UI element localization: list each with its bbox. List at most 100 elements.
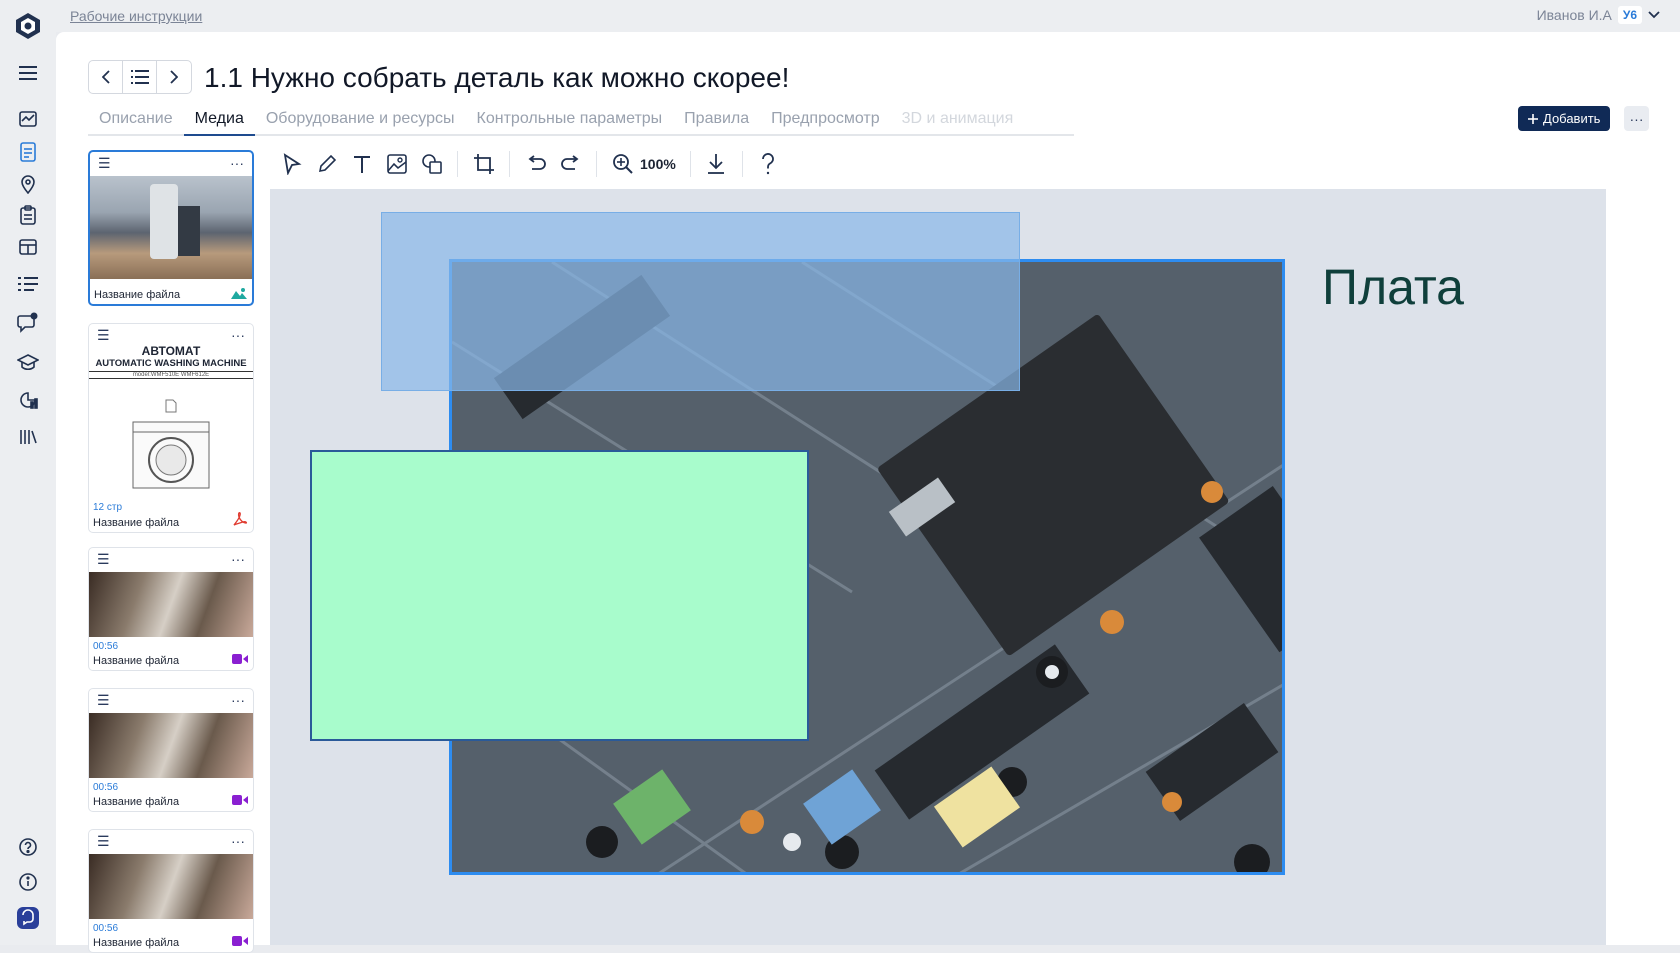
app-logo-icon[interactable]: [14, 12, 42, 40]
add-button-label: Добавить: [1543, 111, 1601, 126]
pencil-tool-button[interactable]: [309, 148, 344, 180]
video-file-icon: [232, 654, 248, 664]
checklist-icon[interactable]: [16, 203, 40, 227]
card-menu-icon[interactable]: ···: [230, 155, 244, 171]
info-icon[interactable]: [16, 870, 40, 894]
pdf-thumbnail: АВТОМАТ AUTOMATIC WASHING MACHINE model:…: [89, 344, 253, 496]
next-button[interactable]: [157, 61, 191, 93]
toolbar-divider: [457, 151, 458, 177]
breadcrumb[interactable]: Рабочие инструкции: [70, 8, 202, 24]
chevron-down-icon[interactable]: [1648, 11, 1660, 19]
help-button[interactable]: [751, 148, 786, 180]
zoom-level[interactable]: 100%: [640, 156, 676, 172]
menu-icon[interactable]: [16, 61, 40, 85]
drag-handle-icon[interactable]: ☰: [97, 692, 110, 709]
image-tool-button[interactable]: [379, 148, 414, 180]
image-file-icon: [231, 288, 247, 299]
calendar-icon[interactable]: [16, 235, 40, 259]
document-icon: [165, 399, 177, 413]
zoom-button[interactable]: [605, 148, 640, 180]
more-actions-button[interactable]: ···: [1624, 106, 1649, 131]
media-card[interactable]: ☰ ··· 00:56 Название файла: [88, 547, 254, 671]
tab-control-params[interactable]: Контрольные параметры: [466, 102, 674, 136]
toolbar-divider: [596, 151, 597, 177]
toolbar-divider: [741, 151, 743, 177]
file-name: Название файла: [93, 937, 180, 949]
drag-handle-icon[interactable]: ☰: [97, 833, 110, 850]
location-icon[interactable]: [16, 172, 40, 196]
blue-rectangle-shape[interactable]: [381, 212, 1020, 391]
support-chat-icon[interactable]: [16, 906, 40, 930]
green-rectangle-shape[interactable]: [310, 450, 809, 741]
editor-toolbar: 100%: [274, 144, 786, 184]
crop-tool-button[interactable]: [466, 148, 501, 180]
shapes-tool-button[interactable]: [414, 148, 449, 180]
user-menu[interactable]: Иванов И.А У6: [1537, 6, 1660, 24]
dashboard-icon[interactable]: [16, 107, 40, 131]
select-tool-button[interactable]: [274, 148, 309, 180]
tab-rules[interactable]: Правила: [673, 102, 760, 136]
page-title: 1.1 Нужно собрать деталь как можно скоре…: [204, 62, 790, 93]
top-bar: Рабочие инструкции Иванов И.А У6: [56, 0, 1680, 32]
canvas-text-label[interactable]: Плата: [1322, 258, 1464, 316]
video-thumbnail: [89, 854, 253, 919]
text-icon: [353, 156, 370, 173]
cursor-icon: [283, 153, 302, 175]
pdf-doc-title-line1: АВТОМАТ: [141, 344, 201, 358]
chevron-left-icon: [101, 70, 110, 84]
media-card[interactable]: ☰ ··· Название файла: [88, 150, 254, 306]
prev-button[interactable]: [89, 61, 123, 93]
undo-button[interactable]: [518, 148, 553, 180]
redo-button[interactable]: [553, 148, 588, 180]
file-name: Название файла: [94, 289, 181, 301]
left-rail: [0, 0, 56, 945]
download-button[interactable]: [699, 148, 734, 180]
page-count: 12 стр: [93, 502, 123, 513]
instructions-icon[interactable]: [16, 140, 40, 164]
library-icon[interactable]: [16, 425, 40, 449]
tab-description[interactable]: Описание: [88, 102, 184, 136]
tab-preview[interactable]: Предпросмотр: [760, 102, 891, 136]
card-menu-icon[interactable]: ···: [231, 692, 245, 708]
plus-icon: [1528, 113, 1538, 124]
card-menu-icon[interactable]: ···: [231, 551, 245, 567]
editor-canvas[interactable]: Плата: [270, 189, 1606, 945]
add-button[interactable]: Добавить: [1518, 106, 1611, 131]
drag-handle-icon[interactable]: ☰: [98, 155, 111, 172]
video-file-icon: [232, 795, 248, 805]
notifications-icon[interactable]: [16, 310, 40, 334]
media-card[interactable]: ☰ ··· АВТОМАТ AUTOMATIC WASHING MACHINE m…: [88, 323, 254, 533]
file-name: Название файла: [93, 796, 180, 808]
list-icon: [130, 70, 149, 84]
drag-handle-icon[interactable]: ☰: [97, 327, 110, 344]
download-icon: [708, 154, 725, 174]
list-icon[interactable]: [16, 272, 40, 296]
learning-icon[interactable]: [16, 350, 40, 374]
image-thumbnail: [90, 176, 252, 279]
pdf-doc-title-line2: AUTOMATIC WASHING MACHINE: [89, 358, 253, 372]
tab-bar: Описание Медиа Оборудование и ресурсы Ко…: [88, 102, 1074, 136]
card-menu-icon[interactable]: ···: [231, 833, 245, 849]
card-menu-icon[interactable]: ···: [231, 327, 245, 343]
toolbar-divider: [689, 151, 691, 177]
analytics-icon[interactable]: [16, 388, 40, 412]
pdf-doc-model: model:WMF510E WMF612E: [89, 372, 253, 379]
file-name: Название файла: [93, 655, 180, 667]
video-duration: 00:56: [93, 641, 119, 652]
user-name: Иванов И.А: [1536, 7, 1612, 23]
media-card[interactable]: ☰ ··· 00:56 Название файла: [88, 829, 254, 953]
text-tool-button[interactable]: [344, 148, 379, 180]
video-thumbnail: [89, 572, 253, 637]
list-button[interactable]: [123, 61, 157, 93]
help-icon[interactable]: [16, 835, 40, 859]
image-icon: [386, 154, 407, 174]
video-duration: 00:56: [93, 782, 119, 793]
undo-icon: [528, 155, 546, 170]
tab-3d-animation: 3D и анимация: [901, 110, 1014, 127]
drag-handle-icon[interactable]: ☰: [97, 551, 110, 568]
pencil-icon: [318, 154, 336, 173]
video-duration: 00:56: [93, 923, 119, 934]
media-card[interactable]: ☰ ··· 00:56 Название файла: [88, 688, 254, 812]
tab-media[interactable]: Медиа: [183, 102, 255, 136]
tab-equipment[interactable]: Оборудование и ресурсы: [255, 102, 466, 136]
